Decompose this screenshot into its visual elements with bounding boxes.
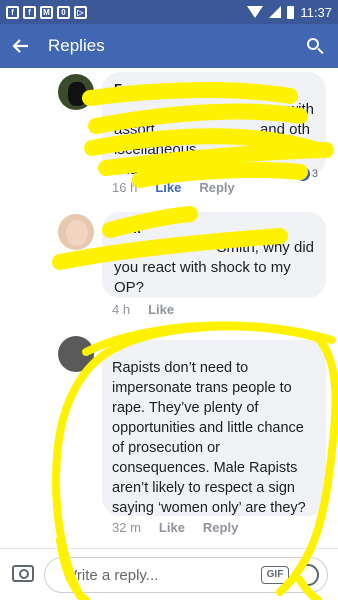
like-button[interactable]: Like (159, 520, 185, 535)
like-reaction-icon (295, 167, 310, 181)
reaction-count: 3 (311, 168, 318, 180)
signal-icon (269, 6, 282, 18)
comment-timestamp: 32 m (112, 520, 141, 535)
reply-placeholder: Write a reply... (63, 567, 159, 584)
mail-notification-icon: M (40, 5, 53, 19)
app-notification-icon: 0 (57, 5, 70, 19)
comment-bubble[interactable]: Rapists don’t need to impersonate trans … (102, 340, 326, 516)
reply-composer: Write a reply... GIF (0, 548, 338, 600)
comment-text: rape. They’ve plenty of (112, 400, 259, 416)
reply-button[interactable]: Reply (203, 520, 238, 535)
comment-text: and oth (259, 121, 310, 138)
status-time: 11:37 (300, 4, 332, 20)
comment-text: Rapists don’t need to (112, 360, 249, 376)
messenger-notification-icon: ▷ (74, 5, 87, 19)
avatar[interactable] (58, 336, 94, 372)
comment-bubble[interactable]: Vick Smith, why did you react with shock… (102, 212, 326, 298)
page-title: Replies (48, 36, 105, 55)
comment-timestamp: 4 h (112, 302, 131, 317)
comment-text: of prosecution or (112, 440, 221, 456)
comment-author[interactable]: F (114, 80, 314, 98)
comment-actions: 4 h Like (112, 302, 174, 317)
status-bar: f f M 0 ▷ 11:37 (0, 0, 338, 24)
comment-text: aren’t likely to respect a sign (112, 480, 295, 496)
reaction-badge[interactable]: 3 (295, 164, 318, 184)
sticker-icon[interactable] (297, 564, 319, 586)
like-button[interactable]: Like (148, 302, 174, 317)
avatar[interactable] (58, 74, 94, 110)
comment-text: assort (114, 121, 155, 138)
gif-button[interactable]: GIF (261, 566, 289, 584)
search-button[interactable] (294, 24, 338, 68)
back-button[interactable] (0, 24, 40, 68)
comment-actions: 16 h Like Reply (112, 180, 235, 195)
comment-actions: 32 m Like Reply (112, 520, 238, 535)
comment-timestamp: 16 h (112, 180, 138, 195)
back-arrow-icon (12, 39, 28, 53)
comment-text: iscellaneous (114, 141, 197, 158)
comment-text: impersonate trans people to (112, 380, 292, 396)
comment-text: opportunities and little chance (112, 420, 304, 436)
comment-bubble[interactable]: F with assort and oth iscellaneous char … (102, 72, 326, 181)
reply-button[interactable]: Reply (199, 180, 234, 195)
comment-text: consequences. Male Rapists (112, 460, 298, 476)
camera-icon[interactable] (12, 565, 34, 582)
like-button[interactable]: Like (155, 180, 181, 195)
comment-text: char (114, 161, 144, 178)
avatar[interactable] (58, 214, 94, 250)
reply-input[interactable]: Write a reply... GIF (44, 557, 328, 593)
comment-text: Smith, why did (216, 239, 314, 256)
app-bar: Replies (0, 24, 338, 68)
facebook-notification-icon: f (23, 5, 36, 19)
wifi-icon (247, 6, 264, 18)
battery-icon (287, 5, 295, 19)
notification-icons: f f M 0 ▷ (6, 5, 87, 19)
comment-text: you react with shock to my (114, 259, 291, 276)
comment-text: OP? (114, 279, 145, 296)
facebook-notification-icon: f (6, 5, 19, 19)
comment-author[interactable]: Vick (114, 220, 314, 238)
comment-text: with (287, 101, 314, 118)
comment-text: saying ‘women only’ are they? (112, 500, 306, 516)
